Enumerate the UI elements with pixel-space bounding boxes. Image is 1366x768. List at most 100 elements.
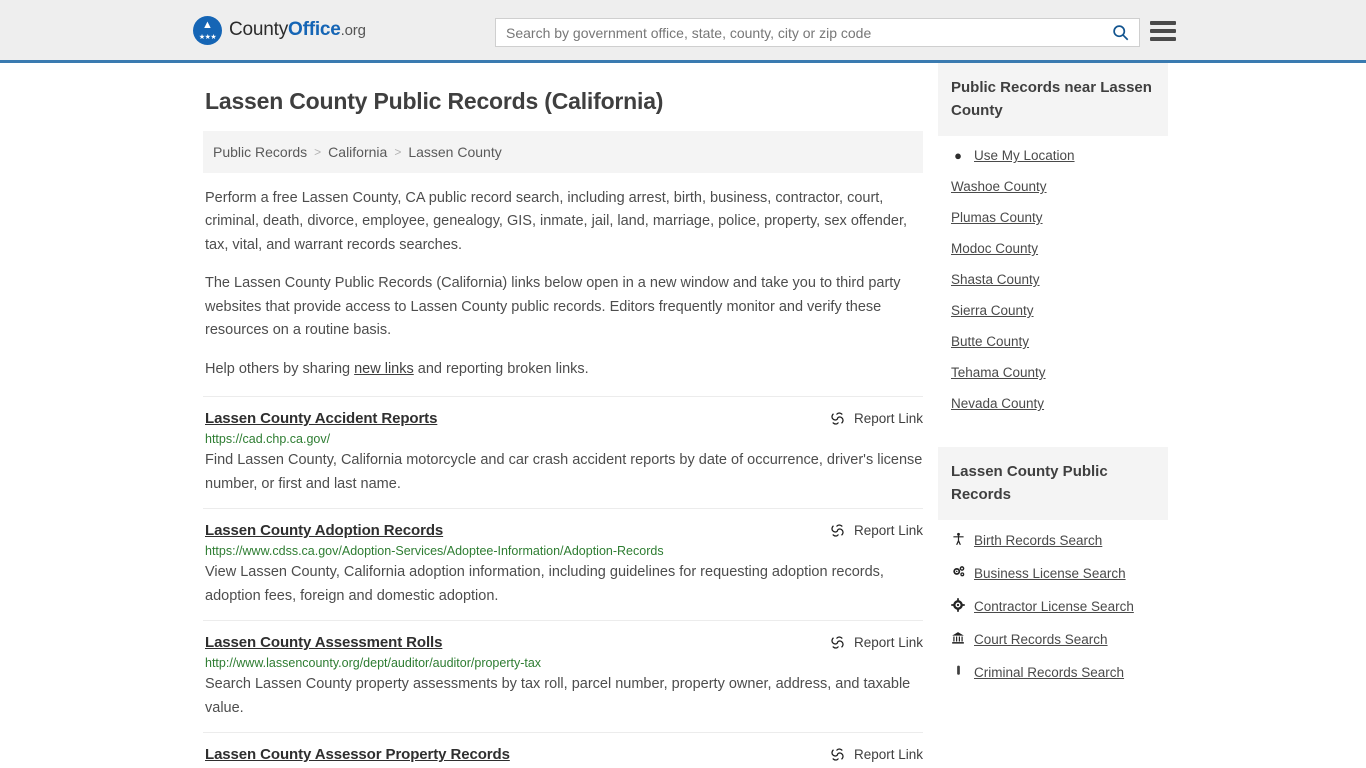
nearby-county-link[interactable]: Nevada County — [951, 396, 1044, 411]
intro-paragraph-1: Perform a free Lassen County, CA public … — [205, 190, 908, 253]
record-search-item[interactable]: Birth Records Search — [938, 524, 1168, 557]
record-search-link[interactable]: Business License Search — [974, 566, 1126, 581]
hamburger-bar — [1150, 21, 1176, 25]
result-item: Lassen County Assessor Property Records R… — [203, 732, 923, 768]
result-url: https://www.cdss.ca.gov/Adoption-Service… — [205, 544, 664, 559]
report-link-button[interactable]: Report Link — [830, 410, 923, 426]
report-link-button[interactable]: Report Link — [830, 634, 923, 650]
record-search-item[interactable]: Criminal Records Search — [938, 656, 1168, 689]
brand-wordmark: CountyOffice.org — [229, 19, 366, 41]
help-suffix: and reporting broken links. — [413, 360, 589, 377]
nearby-county-item[interactable]: Nevada County — [938, 388, 1168, 419]
result-url: http://www.lassencounty.org/dept/auditor… — [205, 656, 542, 671]
use-my-location-link[interactable]: Use My Location — [974, 148, 1075, 163]
result-description: Search Lassen County property assessment… — [205, 676, 911, 716]
nearby-county-link[interactable]: Plumas County — [951, 210, 1043, 225]
record-search-item[interactable]: Contractor License Search — [938, 590, 1168, 623]
help-prefix: Help others by sharing — [205, 360, 355, 377]
broken-chain-icon — [831, 636, 844, 649]
page-body: Lassen County Public Records (California… — [0, 63, 1366, 768]
nearby-county-link[interactable]: Modoc County — [951, 241, 1038, 256]
eagle-seal-icon: ▲ ★★★ — [193, 15, 222, 45]
nearby-county-link[interactable]: Shasta County — [951, 272, 1040, 287]
page-title: Lassen County Public Records (California… — [205, 88, 664, 114]
search-input[interactable] — [496, 19, 1101, 46]
nearby-county-item[interactable]: Modoc County — [938, 233, 1168, 264]
hamburger-menu-button[interactable] — [1150, 19, 1176, 43]
hamburger-bar — [1150, 37, 1176, 41]
broken-chain-icon — [831, 524, 844, 538]
site-header: ▲ ★★★ CountyOffice.org — [0, 0, 1366, 63]
nearby-counties-list: Washoe County Plumas County Modoc County Sh… — [938, 171, 1168, 419]
brand-tld: .org — [340, 22, 366, 39]
site-logo[interactable]: ▲ ★★★ CountyOffice.org — [193, 15, 366, 45]
breadcrumb-separator-icon: > — [394, 145, 402, 159]
child-icon — [951, 532, 965, 549]
broken-chain-icon — [831, 748, 844, 761]
result-item: Lassen County Accident Reports Report Lin… — [203, 396, 923, 508]
report-link-button[interactable]: Report Link — [830, 746, 923, 762]
report-link-button[interactable]: Report Link — [830, 522, 923, 538]
new-links-link[interactable]: new links — [354, 361, 414, 377]
result-header: Lassen County Accident Reports Report Lin… — [205, 410, 923, 427]
result-title-link[interactable]: Lassen County Assessor Property Records — [205, 746, 510, 763]
nearby-county-item[interactable]: Washoe County — [938, 171, 1168, 202]
breadcrumb-item-california[interactable]: California — [328, 144, 387, 160]
broken-chain-icon — [831, 412, 844, 426]
result-url: https://cad.chp.ca.gov/ — [205, 432, 331, 447]
nearby-county-item[interactable]: Plumas County — [938, 202, 1168, 233]
result-title-link[interactable]: Lassen County Adoption Records — [205, 522, 443, 539]
bank-icon — [951, 631, 965, 648]
nearby-county-link[interactable]: Washoe County — [951, 179, 1047, 194]
fingerprint-icon — [951, 664, 965, 681]
nearby-panel-title: Public Records near Lassen County — [938, 63, 1168, 136]
nearby-county-item[interactable]: Tehama County — [938, 357, 1168, 388]
breadcrumb: Public Records > California > Lassen Cou… — [203, 131, 923, 173]
record-search-link[interactable]: Birth Records Search — [974, 533, 1102, 548]
record-search-link[interactable]: Contractor License Search — [974, 599, 1134, 614]
nearby-county-link[interactable]: Butte County — [951, 334, 1029, 349]
hamburger-bar — [1150, 29, 1176, 33]
result-title-link[interactable]: Lassen County Assessment Rolls — [205, 634, 442, 651]
result-description: View Lassen County, California adoption … — [205, 564, 884, 604]
result-item: Lassen County Assessment Rolls Report Lin… — [203, 620, 923, 732]
brand-part2: Office — [288, 19, 341, 40]
nearby-county-item[interactable]: Sierra County — [938, 295, 1168, 326]
breadcrumb-separator-icon: > — [314, 145, 322, 159]
breadcrumb-item-lassen-county[interactable]: Lassen County — [408, 144, 501, 160]
record-search-item[interactable]: Business License Search — [938, 557, 1168, 590]
record-search-item[interactable]: Court Records Search — [938, 623, 1168, 656]
report-link-label: Report Link — [853, 635, 923, 651]
intro-paragraph-2: The Lassen County Public Records (Califo… — [205, 275, 901, 339]
search-bar — [495, 18, 1140, 47]
search-icon — [1112, 25, 1128, 41]
result-header: Lassen County Assessment Rolls Report Lin… — [205, 634, 923, 651]
nearby-county-item[interactable]: Butte County — [938, 326, 1168, 357]
report-link-label: Report Link — [853, 747, 923, 763]
help-share-paragraph: Help others by sharing new links and rep… — [205, 358, 923, 381]
record-search-link[interactable]: Court Records Search — [974, 632, 1108, 647]
brand-part1: County — [229, 19, 289, 40]
result-header: Lassen County Adoption Records Report Lin… — [205, 522, 923, 539]
nearby-panel-list: ● Use My Location Washoe County Plumas Co… — [938, 136, 1168, 431]
report-link-label: Report Link — [853, 411, 923, 427]
records-panel-title: Lassen County Public Records — [938, 447, 1168, 520]
result-title-link[interactable]: Lassen County Accident Reports — [205, 410, 437, 427]
nearby-records-panel: Public Records near Lassen County ● Use … — [938, 63, 1168, 431]
nearby-county-item[interactable]: Shasta County — [938, 264, 1168, 295]
main-content: Lassen County Public Records (California… — [203, 63, 923, 768]
nearby-county-link[interactable]: Sierra County — [951, 303, 1034, 318]
results-list: Lassen County Accident Reports Report Lin… — [203, 396, 923, 768]
result-description: Find Lassen County, California motorcycl… — [205, 452, 923, 492]
location-pin-icon: ● — [954, 148, 962, 163]
sidebar: Public Records near Lassen County ● Use … — [938, 63, 1168, 768]
breadcrumb-item-public-records[interactable]: Public Records — [213, 144, 307, 160]
use-my-location-item[interactable]: ● Use My Location — [938, 140, 1168, 171]
report-link-label: Report Link — [853, 523, 923, 539]
cogs-icon — [951, 565, 965, 582]
gear-icon — [951, 598, 965, 615]
record-search-link[interactable]: Criminal Records Search — [974, 665, 1124, 680]
nearby-county-link[interactable]: Tehama County — [951, 365, 1046, 380]
search-button[interactable] — [1101, 19, 1139, 46]
